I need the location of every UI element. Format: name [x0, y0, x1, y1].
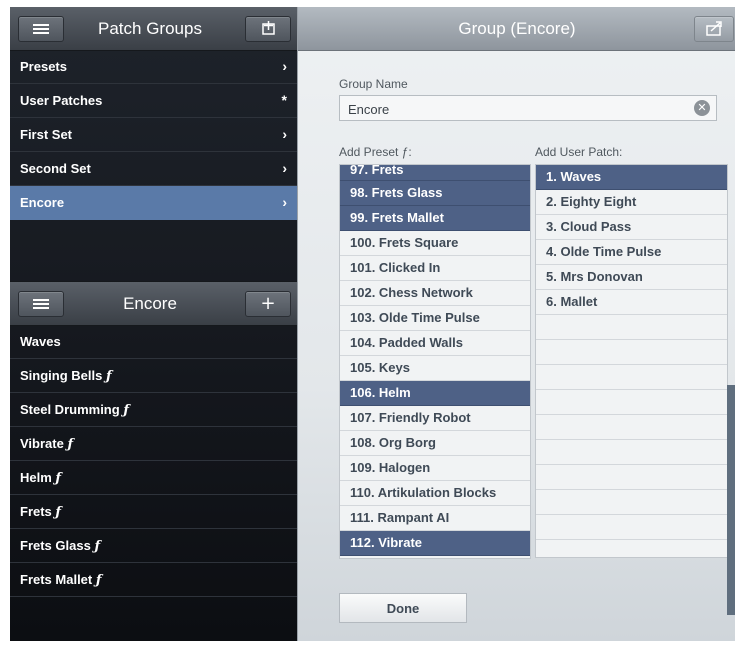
preset-item[interactable]: 102. Chess Network	[340, 281, 530, 306]
group-editor-toolbar: Group (Encore)	[298, 7, 735, 51]
patch-group-user-patches[interactable]: User Patches *	[10, 84, 297, 118]
done-button[interactable]: Done	[339, 593, 467, 623]
preset-item[interactable]: 100. Frets Square	[340, 231, 530, 256]
group-name-field: ✕	[339, 95, 717, 122]
patch-label: Frets	[20, 504, 52, 519]
function-icon: ƒ	[55, 471, 62, 486]
function-icon: ƒ	[105, 369, 112, 384]
group-patch-item[interactable]: Frets Glass ƒ	[10, 529, 297, 563]
hamburger-icon	[33, 299, 49, 301]
preset-item[interactable]: 105. Keys	[340, 356, 530, 381]
patch-groups-list: Presets › User Patches * First Set › Sec…	[10, 50, 297, 220]
patch-group-presets[interactable]: Presets ›	[10, 50, 297, 84]
preset-list: 97. Frets 98. Frets Glass 99. Frets Mall…	[339, 164, 531, 559]
empty-row	[536, 390, 727, 415]
preset-item[interactable]: 104. Padded Walls	[340, 331, 530, 356]
preset-item[interactable]: 101. Clicked In	[340, 256, 530, 281]
empty-row	[536, 465, 727, 490]
add-preset-label: Add Preset ƒ:	[339, 145, 412, 159]
user-patch-item[interactable]: 4. Olde Time Pulse	[536, 240, 727, 265]
hamburger-icon	[33, 24, 49, 26]
group-patch-item[interactable]: Singing Bells ƒ	[10, 359, 297, 393]
group-name-input[interactable]	[340, 96, 690, 122]
patch-group-label: Second Set	[20, 161, 91, 176]
preset-item[interactable]: 109. Halogen	[340, 456, 530, 481]
group-patch-list: Waves Singing Bells ƒ Steel Drumming ƒ V…	[10, 325, 297, 597]
share-icon	[706, 21, 722, 36]
empty-row	[536, 315, 727, 340]
group-patch-item[interactable]: Frets Mallet ƒ	[10, 563, 297, 597]
user-patch-item[interactable]: 3. Cloud Pass	[536, 215, 727, 240]
patch-label: Vibrate	[20, 436, 64, 451]
group-patch-item[interactable]: Helm ƒ	[10, 461, 297, 495]
patch-group-label: Encore	[20, 195, 65, 210]
preset-item[interactable]: 99. Frets Mallet	[340, 206, 530, 231]
user-patch-item[interactable]: 2. Eighty Eight	[536, 190, 727, 215]
empty-row	[536, 440, 727, 465]
user-patch-item[interactable]: 1. Waves	[536, 165, 727, 190]
add-group-button[interactable]	[245, 16, 291, 42]
menu-button[interactable]	[18, 16, 64, 42]
patch-label: Frets Glass	[20, 538, 91, 553]
preset-item[interactable]: 112. Vibrate	[340, 531, 530, 556]
patch-label: Waves	[20, 334, 61, 349]
group-toolbar: Encore +	[10, 281, 297, 326]
patch-groups-toolbar: Patch Groups	[10, 7, 297, 51]
patch-group-first-set[interactable]: First Set ›	[10, 118, 297, 152]
function-icon: ƒ	[94, 539, 101, 554]
preset-item[interactable]: 107. Friendly Robot	[340, 406, 530, 431]
add-box-icon	[262, 21, 275, 35]
patch-groups-title: Patch Groups	[98, 19, 202, 38]
empty-row	[536, 365, 727, 390]
patch-label: Steel Drumming	[20, 402, 120, 417]
empty-row	[536, 340, 727, 365]
patch-group-label: Presets	[20, 59, 67, 74]
group-title: Encore	[123, 294, 177, 313]
user-patch-item[interactable]: 5. Mrs Donovan	[536, 265, 727, 290]
group-editor-title: Group (Encore)	[458, 19, 576, 38]
add-user-patch-label: Add User Patch:	[535, 145, 623, 159]
patch-group-encore[interactable]: Encore ›	[10, 186, 297, 220]
group-editor-panel: Group (Encore) Group Name ✕ Add Preset ƒ…	[297, 7, 735, 641]
chevron-right-icon: ›	[282, 160, 287, 176]
group-name-label: Group Name	[339, 77, 408, 91]
scrollbar[interactable]	[727, 385, 735, 615]
function-icon: ƒ	[95, 573, 102, 588]
asterisk-icon: *	[281, 92, 287, 108]
empty-row	[536, 415, 727, 440]
preset-item[interactable]: 103. Olde Time Pulse	[340, 306, 530, 331]
clear-icon[interactable]: ✕	[694, 100, 710, 116]
group-patch-item[interactable]: Steel Drumming ƒ	[10, 393, 297, 427]
patch-group-label: User Patches	[20, 93, 103, 108]
left-panel: Patch Groups Presets › User Patches * Fi…	[10, 7, 297, 641]
preset-item[interactable]: 106. Helm	[340, 381, 530, 406]
preset-item[interactable]: 108. Org Borg	[340, 431, 530, 456]
share-button[interactable]	[694, 16, 734, 42]
patch-group-label: First Set	[20, 127, 73, 142]
group-patch-item[interactable]: Frets ƒ	[10, 495, 297, 529]
patch-label: Frets Mallet	[20, 572, 93, 587]
empty-row	[536, 490, 727, 515]
function-icon: ƒ	[55, 505, 62, 520]
chevron-right-icon: ›	[282, 126, 287, 142]
function-icon: ƒ	[67, 437, 74, 452]
patch-group-second-set[interactable]: Second Set ›	[10, 152, 297, 186]
preset-item[interactable]: 97. Frets	[340, 165, 530, 181]
preset-item[interactable]: 111. Rampant AI	[340, 506, 530, 531]
preset-item[interactable]: 110. Artikulation Blocks	[340, 481, 530, 506]
patch-label: Singing Bells	[20, 368, 103, 383]
user-patch-list: 1. Waves 2. Eighty Eight 3. Cloud Pass 4…	[535, 164, 728, 558]
group-menu-button[interactable]	[18, 291, 64, 317]
add-patch-button[interactable]: +	[245, 291, 291, 317]
function-icon: ƒ	[123, 403, 129, 418]
group-patch-item[interactable]: Vibrate ƒ	[10, 427, 297, 461]
empty-row	[536, 515, 727, 540]
patch-label: Helm	[20, 470, 52, 485]
user-patch-item[interactable]: 6. Mallet	[536, 290, 727, 315]
group-patch-item[interactable]: Waves	[10, 325, 297, 359]
chevron-right-icon: ›	[282, 58, 287, 74]
preset-item[interactable]: 98. Frets Glass	[340, 181, 530, 206]
app-window: Patch Groups Presets › User Patches * Fi…	[10, 7, 735, 641]
chevron-right-icon: ›	[282, 194, 287, 210]
